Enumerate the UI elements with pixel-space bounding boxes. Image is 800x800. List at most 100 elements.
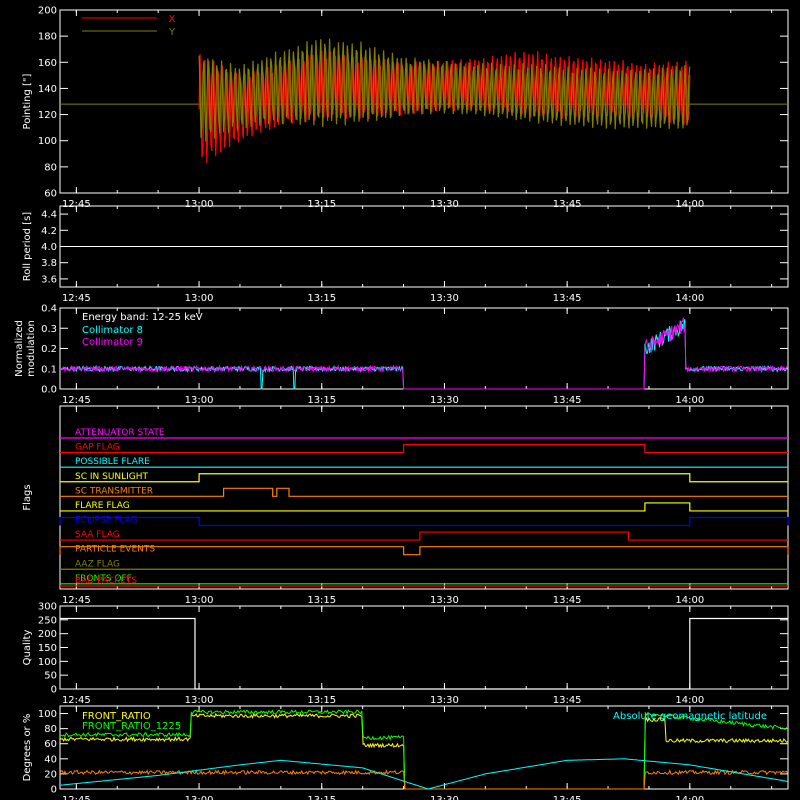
flag-label: SC TRANSMITTER	[75, 486, 153, 496]
y-axis-label: Normalized	[14, 320, 25, 377]
flag-label: SAA FLAG	[75, 530, 120, 540]
series-collimator-1	[59, 317, 788, 390]
legend-label: X	[169, 14, 176, 25]
x-tick-label: 14:00	[675, 695, 704, 706]
y-tick-label: 0.1	[41, 364, 57, 375]
y-tick-label: 50	[44, 671, 57, 682]
x-tick-label: 13:45	[553, 795, 582, 800]
y-tick-label: 150	[38, 643, 57, 654]
y-tick-label: 100	[38, 136, 57, 147]
x-tick-label: 14:00	[675, 395, 704, 406]
x-tick-label: 13:00	[185, 695, 214, 706]
y-axis-label: Quality	[22, 630, 33, 666]
x-tick-label: 13:15	[307, 695, 336, 706]
y-axis-label: Pointing ["]	[22, 73, 33, 129]
x-tick-label: 12:45	[62, 595, 91, 606]
y-tick-label: 160	[38, 58, 57, 69]
rhessi-quicklook-figure: 12:45 13:00 13:15 13:30 13:45 14:00 60 80 100 120…	[14, 6, 789, 800]
y-axis-label: Degrees or %	[22, 714, 33, 782]
legend-label: FRONT_RATIO_1225	[82, 721, 181, 732]
y-tick-label: 60	[44, 189, 57, 200]
y-axis-label: Flags	[22, 484, 33, 510]
y-tick-label: 250	[38, 615, 57, 626]
panel-2: 12:45 13:00 13:15 13:30 13:45 14:00 0.0 0.1 0.2 0…	[14, 304, 789, 406]
y-tick-label: 0.0	[41, 385, 57, 396]
flag-label: POSSIBLE FLARE	[75, 457, 150, 467]
x-tick-label: 13:45	[553, 395, 582, 406]
x-tick-label: 13:45	[553, 595, 582, 606]
x-tick-label: 14:00	[675, 795, 704, 800]
y-tick-label: 4.0	[41, 242, 57, 253]
y-tick-label: 3.8	[41, 258, 57, 269]
ratio-series-2	[59, 769, 789, 790]
flag-line	[59, 516, 789, 527]
y-tick-label: 20	[44, 769, 57, 780]
x-tick-label: 14:00	[675, 595, 704, 606]
y-tick-label: 140	[38, 84, 57, 95]
x-tick-label: 12:45	[62, 293, 91, 304]
legend-label: Collimator 8	[82, 325, 143, 336]
geomagnetic-annotation: Absolute geomagnetic latitude	[613, 711, 767, 722]
y-tick-label: 200	[38, 629, 57, 640]
y-axis-label: modulation	[26, 320, 37, 377]
y-tick-label: 4.4	[41, 210, 57, 221]
panel-4: 12:45 13:00 13:15 13:30 13:45 14:00 0 50 100 150 2…	[22, 602, 789, 706]
panel-5: 12:45 13:00 13:15 13:30 13:45 14:00 0 20 40 60 80 1…	[22, 705, 789, 800]
flag-label: ATTENUATOR STATE	[75, 428, 165, 438]
x-tick-label: 12:45	[62, 795, 91, 800]
flag-line	[60, 443, 788, 454]
x-tick-label: 14:00	[675, 293, 704, 304]
flag-label: SC IN SUNLIGHT	[75, 472, 149, 482]
y-tick-label: 100	[38, 657, 57, 668]
y-tick-label: 60	[44, 739, 57, 750]
flag-line	[60, 502, 788, 512]
x-tick-label: 13:00	[185, 795, 214, 800]
legend-label: Collimator 9	[82, 337, 143, 348]
quality-line	[60, 617, 788, 690]
flag-label: GAP FLAG	[75, 443, 120, 453]
y-tick-label: 200	[38, 6, 57, 17]
flag-line	[60, 473, 788, 483]
y-tick-label: 40	[44, 754, 57, 765]
y-tick-label: 80	[44, 162, 57, 173]
y-tick-label: 300	[38, 602, 57, 613]
y-tick-label: 0.4	[41, 304, 57, 315]
legend-label: Y	[168, 27, 176, 38]
x-tick-label: 12:45	[62, 695, 91, 706]
x-tick-label: 13:30	[430, 695, 459, 706]
flag-label: AAZ FLAG	[75, 559, 120, 569]
y-tick-label: 80	[44, 724, 57, 735]
energy-band-annotation: Energy band: 12-25 keV	[82, 312, 203, 323]
x-tick-label: 13:15	[307, 595, 336, 606]
y-tick-label: 120	[38, 110, 57, 121]
x-tick-label: 13:30	[430, 795, 459, 800]
flag-line	[60, 531, 788, 541]
y-tick-label: 0	[51, 685, 57, 696]
x-tick-label: 13:00	[185, 595, 214, 606]
x-tick-label: 13:15	[307, 795, 336, 800]
y-tick-label: 180	[38, 32, 57, 43]
panel-3-frame	[59, 405, 789, 590]
y-tick-label: 0	[51, 785, 57, 796]
y-tick-label: 3.6	[41, 274, 57, 285]
x-tick-label: 13:30	[430, 293, 459, 304]
series-collimator-0	[59, 319, 788, 390]
y-tick-label: 100	[38, 709, 57, 720]
x-tick-label: 12:45	[62, 395, 91, 406]
panel-3: 12:45 13:00 13:15 13:30 13:45 14:00 Flags ATTEN…	[22, 405, 789, 606]
y-tick-label: 0.2	[41, 344, 57, 355]
flag-label: FLARE FLAG	[75, 501, 130, 511]
panel-0: 12:45 13:00 13:15 13:30 13:45 14:006080100120…	[22, 6, 789, 210]
x-tick-label: 13:30	[430, 395, 459, 406]
panel-1: 12:45 13:00 13:15 13:30 13:45 14:00 3.6 3.8 4.0 4…	[22, 205, 789, 304]
x-tick-label: 13:00	[185, 395, 214, 406]
flag-line	[60, 487, 788, 497]
x-tick-label: 13:45	[553, 293, 582, 304]
y-tick-label: 4.2	[41, 226, 57, 237]
x-tick-label: 13:15	[307, 293, 336, 304]
y-tick-label: 0.3	[41, 324, 57, 335]
y-axis-label: Roll period [s]	[22, 212, 33, 281]
x-tick-label: 13:00	[185, 293, 214, 304]
x-tick-label: 13:30	[430, 595, 459, 606]
flag-line	[59, 546, 789, 556]
